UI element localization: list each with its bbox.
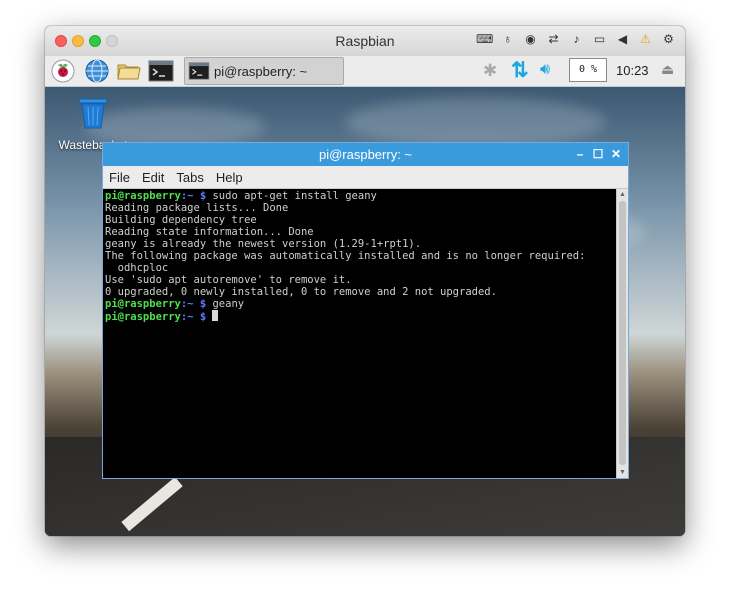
scrollbar-thumb[interactable] (619, 201, 626, 465)
terminal-icon (188, 62, 210, 80)
terminal-minimize-button[interactable]: – (573, 147, 587, 161)
cpu-monitor[interactable]: 0 % (569, 58, 607, 82)
network-arrows-icon[interactable]: ⇅ (511, 58, 529, 83)
taskbar-button-label: pi@raspberry: ~ (214, 63, 308, 79)
prompt-user: pi@raspberry (105, 298, 181, 310)
prompt-line: pi@raspberry:~ $ (105, 310, 219, 323)
raspberry-menu-icon (51, 59, 75, 83)
prompt-path: :~ $ (180, 190, 207, 202)
pi-taskbar: pi@raspberry: ~ ✱ ⇅ 🔊︎ 0 % 10:23 ⏏ (45, 56, 685, 87)
terminal-scrollbar[interactable]: ▲ ▼ (616, 189, 628, 478)
vm-titlebar[interactable]: Raspbian ⌨ ♁ ◉ ⇄ ♪ ▭ ◀ ⚠ ⚙ (45, 26, 685, 57)
terminal-title: pi@raspberry: ~ (318, 147, 413, 162)
gear-icon[interactable]: ⚙ (660, 32, 677, 46)
output-line: geany is already the newest version (1.2… (105, 238, 422, 250)
output-line: odhcploc (105, 262, 169, 274)
file-manager-icon (117, 64, 141, 80)
command-text: sudo apt-get install geany (212, 190, 377, 202)
terminal-maximize-button[interactable]: ☐ (591, 147, 605, 161)
speaker-icon[interactable]: ♪ (568, 32, 585, 46)
output-line: The following package was automatically … (105, 250, 586, 262)
output-line: Reading state information... Done (105, 226, 314, 238)
volume-icon[interactable]: 🔊︎ (540, 61, 550, 79)
command-text: geany (212, 298, 245, 310)
vm-toolbar: ⌨ ♁ ◉ ⇄ ♪ ▭ ◀ ⚠ ⚙ (476, 32, 677, 46)
clock[interactable]: 10:23 (616, 63, 649, 78)
wastebasket-icon (78, 98, 108, 129)
eject-icon[interactable]: ⏏ (661, 61, 674, 78)
back-icon[interactable]: ◀ (614, 32, 631, 46)
output-line: Use 'sudo apt autoremove' to remove it. (105, 274, 352, 286)
prompt-line: pi@raspberry:~ $ sudo apt-get install ge… (105, 190, 377, 202)
device-icon[interactable]: ▭ (591, 32, 608, 46)
bluetooth-icon[interactable]: ✱ (483, 61, 497, 81)
keyboard-icon[interactable]: ⌨ (476, 32, 493, 46)
terminal-launcher[interactable] (148, 58, 174, 84)
terminal-close-button[interactable]: ✕ (609, 147, 623, 161)
web-browser-launcher[interactable] (84, 58, 110, 84)
network-icon[interactable]: ⇄ (545, 32, 562, 46)
camera-icon[interactable]: ◉ (522, 32, 539, 46)
taskbar-terminal-button[interactable]: pi@raspberry: ~ (184, 57, 344, 85)
terminal-titlebar[interactable]: pi@raspberry: ~ – ☐ ✕ (103, 143, 628, 166)
output-line: 0 upgraded, 0 newly installed, 0 to remo… (105, 286, 497, 298)
raspberry-menu-button[interactable] (50, 58, 76, 84)
menu-help[interactable]: Help (210, 170, 249, 185)
text-cursor (212, 310, 219, 321)
prompt-user: pi@raspberry (105, 311, 181, 323)
menu-tabs[interactable]: Tabs (170, 170, 209, 185)
output-line: Reading package lists... Done (105, 202, 289, 214)
scroll-up-icon[interactable]: ▲ (617, 189, 628, 200)
microphone-icon[interactable]: ♁ (499, 32, 516, 46)
terminal-icon (148, 60, 174, 82)
prompt-path: :~ $ (180, 298, 207, 310)
file-manager-launcher[interactable] (116, 58, 142, 84)
menu-edit[interactable]: Edit (136, 170, 170, 185)
output-line: Building dependency tree (105, 214, 257, 226)
prompt-line: pi@raspberry:~ $ geany (105, 298, 244, 310)
terminal-window: pi@raspberry: ~ – ☐ ✕ File Edit Tabs Hel… (102, 142, 629, 479)
terminal-screen[interactable]: pi@raspberry:~ $ sudo apt-get install ge… (103, 189, 616, 478)
menu-file[interactable]: File (103, 170, 136, 185)
vm-window: Raspbian ⌨ ♁ ◉ ⇄ ♪ ▭ ◀ ⚠ ⚙ pi@raspberry:… (45, 26, 685, 536)
web-browser-icon (85, 59, 109, 83)
prompt-user: pi@raspberry (105, 190, 181, 202)
scroll-down-icon[interactable]: ▼ (617, 467, 628, 478)
terminal-menubar: File Edit Tabs Help (103, 166, 628, 189)
prompt-path: :~ $ (180, 311, 207, 323)
warning-icon[interactable]: ⚠ (637, 32, 654, 46)
